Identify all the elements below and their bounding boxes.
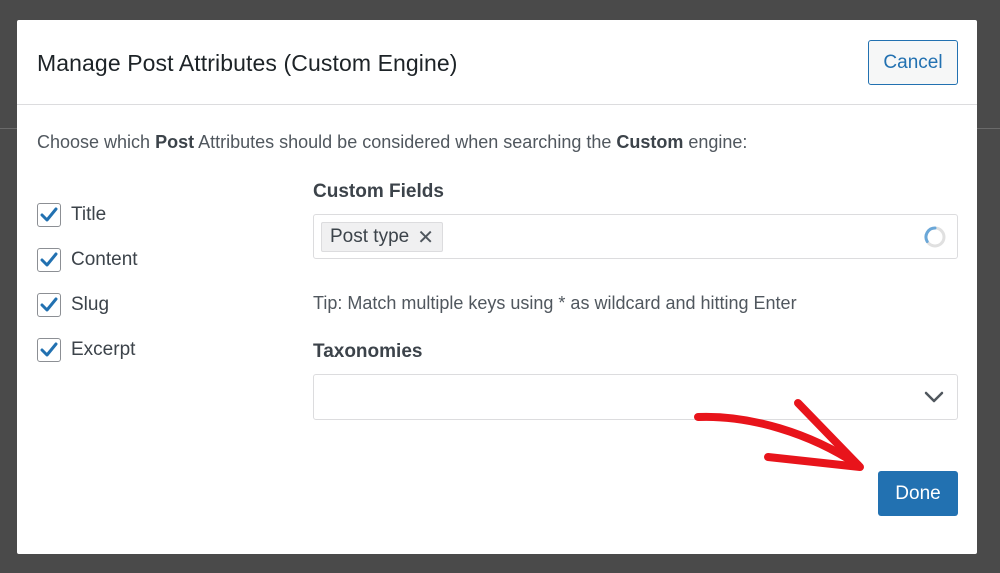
attribute-title-row[interactable]: Title (37, 192, 138, 237)
custom-field-tag: Post type ✕ (321, 222, 443, 252)
attribute-slug-row[interactable]: Slug (37, 282, 138, 327)
slug-checkbox[interactable] (37, 292, 61, 317)
remove-tag-icon[interactable]: ✕ (417, 225, 434, 250)
checkmark-icon (40, 342, 58, 356)
intro-text: Choose which Post Attributes should be c… (37, 132, 748, 152)
checkmark-icon (40, 297, 58, 311)
content-checkbox-label: Content (71, 248, 138, 270)
slug-checkbox-label: Slug (71, 293, 110, 315)
annotation-arrow-icon (694, 399, 864, 471)
content-checkbox[interactable] (37, 247, 61, 272)
excerpt-checkbox[interactable] (37, 337, 61, 362)
checkmark-icon (40, 252, 58, 266)
taxonomies-label: Taxonomies (313, 341, 423, 362)
custom-fields-tip: Tip: Match multiple keys using * as wild… (313, 293, 797, 313)
attribute-excerpt-row[interactable]: Excerpt (37, 327, 138, 372)
custom-field-tag-label: Post type (330, 226, 410, 247)
excerpt-checkbox-label: Excerpt (71, 338, 136, 360)
cancel-button[interactable]: Cancel (868, 40, 958, 85)
title-checkbox[interactable] (37, 202, 61, 227)
title-checkbox-label: Title (71, 203, 107, 225)
custom-fields-input[interactable]: Post type ✕ (313, 214, 958, 259)
attribute-checkbox-list: Title Content Slug Excerpt (37, 192, 138, 372)
chevron-down-icon (924, 391, 944, 403)
modal-title: Manage Post Attributes (Custom Engine) (37, 50, 458, 76)
done-button[interactable]: Done (878, 471, 958, 516)
loading-spinner-icon (924, 226, 946, 248)
modal-header: Manage Post Attributes (Custom Engine) C… (17, 20, 977, 105)
custom-fields-label: Custom Fields (313, 181, 444, 202)
backdrop-divider (0, 128, 17, 129)
backdrop-divider (977, 128, 1000, 129)
attribute-content-row[interactable]: Content (37, 237, 138, 282)
checkmark-icon (40, 207, 58, 221)
